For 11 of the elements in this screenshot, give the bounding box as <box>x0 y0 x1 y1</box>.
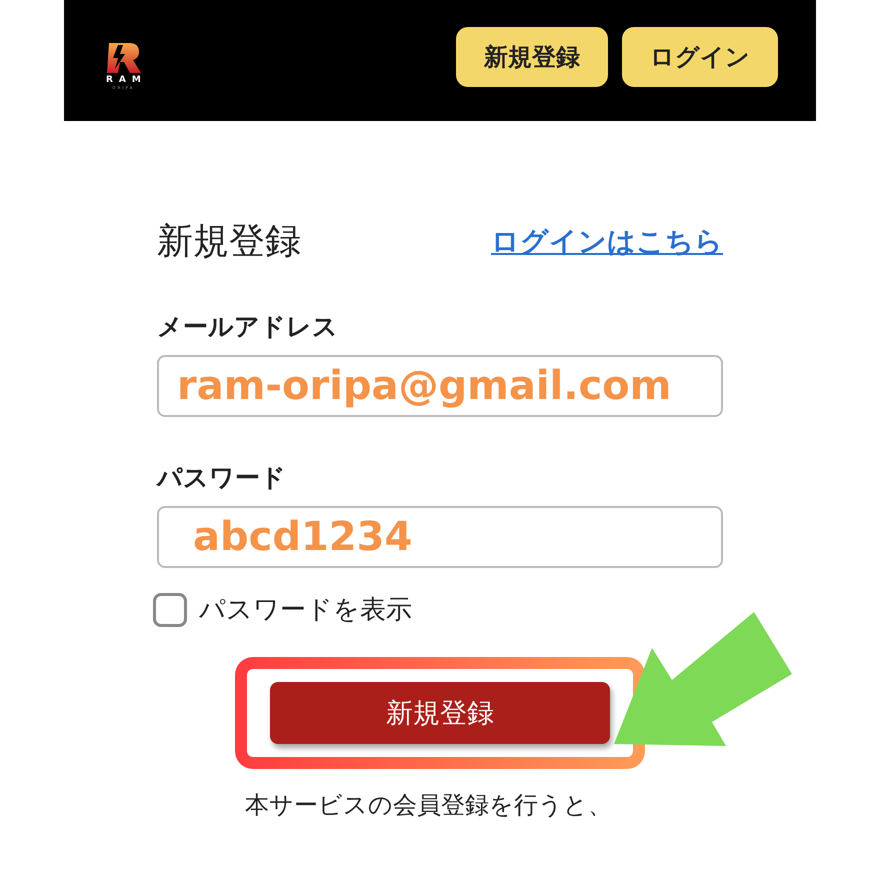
checkbox-label: パスワードを表示 <box>199 594 412 627</box>
terms-text: 本サービスの会員登録を行うと、 <box>245 790 613 821</box>
signup-submit-button[interactable]: 新規登録 <box>270 682 610 744</box>
signup-button[interactable]: 新規登録 <box>456 26 608 86</box>
logo-text: RAM <box>106 75 147 85</box>
page-title: 新規登録 <box>157 220 301 264</box>
login-button[interactable]: ログイン <box>622 26 778 86</box>
field-label: パスワード <box>157 462 287 494</box>
login-link[interactable]: ログインはこちら <box>491 222 723 260</box>
field-label: メールアドレス <box>157 311 339 343</box>
checkbox[interactable] <box>153 592 187 626</box>
